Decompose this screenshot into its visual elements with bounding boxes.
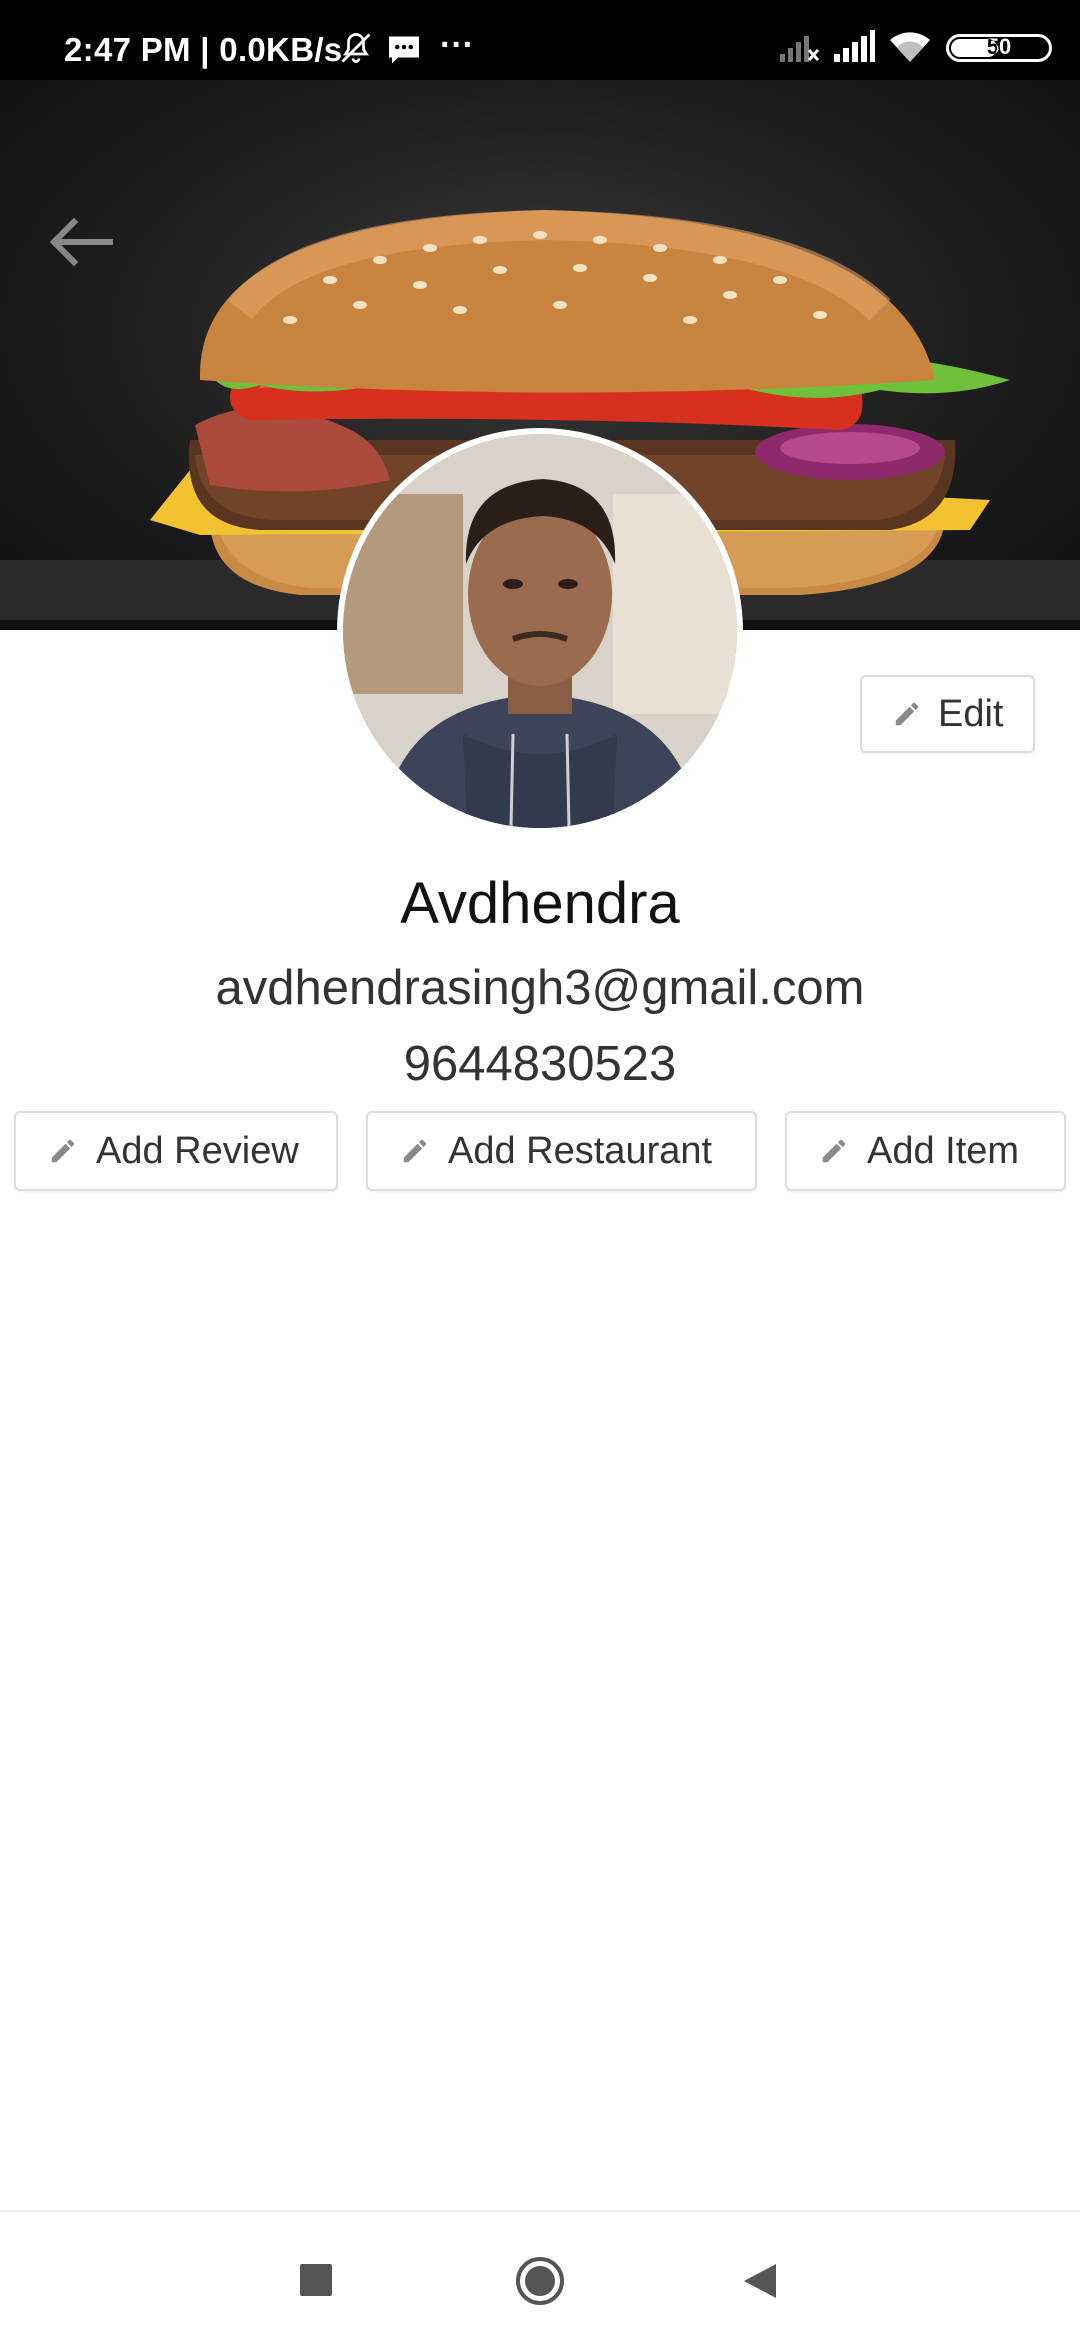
arrow-left-icon: [49, 217, 113, 267]
add-restaurant-button[interactable]: Add Restaurant: [366, 1111, 757, 1191]
add-review-button[interactable]: Add Review: [14, 1111, 338, 1191]
battery-icon: 50: [946, 34, 1052, 62]
pencil-icon: [822, 1139, 846, 1163]
profile-photo: [343, 434, 737, 828]
wifi-icon: [888, 30, 932, 69]
signal-x-icon: [778, 30, 820, 69]
profile-avatar: [337, 428, 743, 834]
edit-profile-button[interactable]: Edit: [860, 675, 1035, 753]
add-restaurant-label: Add Restaurant: [448, 1129, 713, 1172]
battery-level: 50: [986, 34, 1012, 59]
add-item-button[interactable]: Add Item: [785, 1111, 1066, 1191]
pencil-icon: [51, 1139, 75, 1163]
back-arrow-button[interactable]: [46, 210, 118, 274]
status-time-speed: 2:47 PM | 0.0KB/s: [64, 31, 343, 68]
more-notifications-icon: ···: [440, 26, 474, 64]
profile-name: Avdhendra: [400, 871, 680, 936]
home-icon[interactable]: [515, 2256, 565, 2306]
add-review-label: Add Review: [96, 1129, 299, 1172]
recent-apps-icon[interactable]: [300, 2264, 332, 2296]
message-icon: [386, 33, 422, 72]
back-icon[interactable]: [742, 2262, 778, 2300]
profile-email: avdhendrasingh3@gmail.com: [215, 961, 865, 1015]
profile-phone: 9644830523: [403, 1037, 677, 1091]
bell-off-icon: [338, 30, 374, 71]
add-item-label: Add Item: [867, 1129, 1020, 1172]
pencil-icon: [403, 1139, 427, 1163]
signal-icon: [832, 30, 876, 69]
status-bar: 2:47 PM | 0.0KB/s ··· 50: [0, 0, 1080, 80]
system-nav-bar: [0, 2210, 1080, 2342]
edit-label: Edit: [938, 692, 1004, 735]
pencil-icon: [895, 702, 919, 726]
